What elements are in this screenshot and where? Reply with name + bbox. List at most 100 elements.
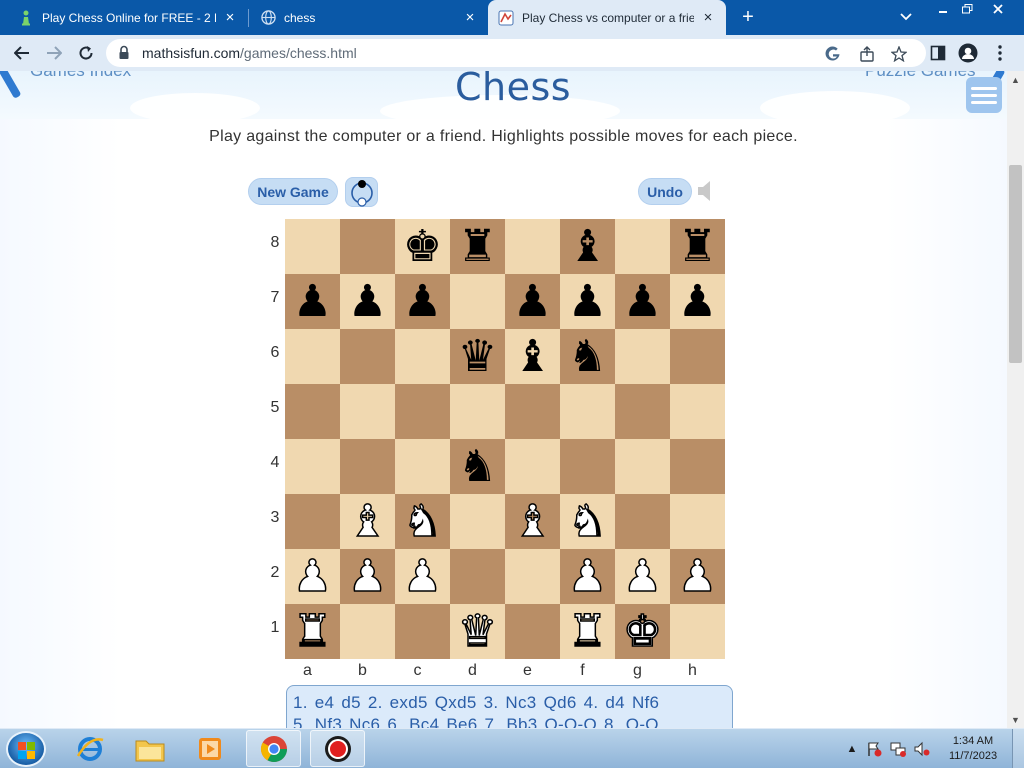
board-square-h2[interactable]: ♟	[670, 549, 725, 604]
board-square-a8[interactable]	[285, 219, 340, 274]
tab-play-chess-vs-computer[interactable]: Play Chess vs computer or a frien ×	[488, 0, 726, 35]
board-square-f7[interactable]: ♟	[560, 274, 615, 329]
google-lens-icon[interactable]	[824, 45, 842, 63]
page-scrollbar[interactable]: ▲ ▼	[1007, 71, 1024, 728]
board-square-f6[interactable]: ♞	[560, 329, 615, 384]
board-square-a4[interactable]	[285, 439, 340, 494]
more-menu-icon[interactable]	[990, 43, 1010, 63]
board-square-e5[interactable]	[505, 384, 560, 439]
board-square-a2[interactable]: ♟	[285, 549, 340, 604]
new-game-button[interactable]: New Game	[248, 178, 338, 205]
black-pawn-piece[interactable]: ♟	[568, 279, 607, 324]
board-square-g2[interactable]: ♟	[615, 549, 670, 604]
white-bishop-piece[interactable]: ♝	[512, 498, 553, 544]
start-button[interactable]	[6, 731, 46, 767]
close-window-button[interactable]	[983, 0, 1013, 18]
black-rook-piece[interactable]: ♜	[678, 224, 717, 269]
forward-button[interactable]	[40, 39, 68, 67]
scroll-down-arrow-icon[interactable]: ▼	[1007, 711, 1024, 728]
board-square-b4[interactable]	[340, 439, 395, 494]
white-knight-piece[interactable]: ♞	[567, 498, 608, 544]
action-center-flag-icon[interactable]	[866, 741, 882, 757]
show-hidden-icons-icon[interactable]: ▲	[844, 741, 860, 757]
tab-search-chevron-icon[interactable]	[895, 5, 917, 29]
screen-recorder-taskbar-icon[interactable]	[310, 730, 365, 767]
board-square-b5[interactable]	[340, 384, 395, 439]
tab-play-chess-online[interactable]: Play Chess Online for FREE - 2 Pla ×	[8, 0, 248, 35]
white-knight-piece[interactable]: ♞	[402, 498, 443, 544]
board-square-a6[interactable]	[285, 329, 340, 384]
close-tab-icon[interactable]: ×	[222, 9, 238, 26]
board-square-e8[interactable]	[505, 219, 560, 274]
white-queen-piece[interactable]: ♛	[457, 608, 498, 654]
white-king-piece[interactable]: ♚	[622, 608, 663, 654]
board-square-d5[interactable]	[450, 384, 505, 439]
network-icon[interactable]	[890, 741, 906, 757]
board-square-f5[interactable]	[560, 384, 615, 439]
board-square-g4[interactable]	[615, 439, 670, 494]
board-square-e3[interactable]: ♝	[505, 494, 560, 549]
player-mode-toggle[interactable]	[345, 177, 378, 207]
board-square-h8[interactable]: ♜	[670, 219, 725, 274]
black-king-piece[interactable]: ♚	[403, 224, 442, 269]
board-square-d3[interactable]	[450, 494, 505, 549]
board-square-f4[interactable]	[560, 439, 615, 494]
board-square-a3[interactable]	[285, 494, 340, 549]
board-square-f3[interactable]: ♞	[560, 494, 615, 549]
address-bar[interactable]: mathsisfun.com/games/chess.html	[106, 39, 926, 67]
scroll-up-arrow-icon[interactable]: ▲	[1007, 71, 1024, 88]
black-pawn-piece[interactable]: ♟	[403, 279, 442, 324]
board-square-b2[interactable]: ♟	[340, 549, 395, 604]
black-pawn-piece[interactable]: ♟	[513, 279, 552, 324]
board-square-b7[interactable]: ♟	[340, 274, 395, 329]
board-square-c3[interactable]: ♞	[395, 494, 450, 549]
board-square-c4[interactable]	[395, 439, 450, 494]
volume-muted-icon[interactable]	[914, 741, 930, 757]
board-square-h5[interactable]	[670, 384, 725, 439]
white-rook-piece[interactable]: ♜	[292, 608, 333, 654]
board-square-h4[interactable]	[670, 439, 725, 494]
show-desktop-button[interactable]	[1012, 729, 1024, 768]
board-square-c1[interactable]	[395, 604, 450, 659]
board-square-e1[interactable]	[505, 604, 560, 659]
board-square-d7[interactable]	[450, 274, 505, 329]
black-pawn-piece[interactable]: ♟	[623, 279, 662, 324]
close-tab-icon[interactable]: ×	[700, 9, 716, 26]
media-player-taskbar-icon[interactable]	[182, 730, 237, 767]
board-square-f2[interactable]: ♟	[560, 549, 615, 604]
board-square-b3[interactable]: ♝	[340, 494, 395, 549]
board-square-g5[interactable]	[615, 384, 670, 439]
board-square-a7[interactable]: ♟	[285, 274, 340, 329]
games-index-link[interactable]: Games Index	[30, 71, 131, 81]
board-square-h6[interactable]	[670, 329, 725, 384]
profile-avatar-icon[interactable]	[958, 43, 978, 63]
board-square-e7[interactable]: ♟	[505, 274, 560, 329]
black-rook-piece[interactable]: ♜	[458, 224, 497, 269]
close-tab-icon[interactable]: ×	[462, 9, 478, 26]
white-pawn-piece[interactable]: ♟	[567, 553, 608, 599]
board-square-c6[interactable]	[395, 329, 450, 384]
black-bishop-piece[interactable]: ♝	[513, 334, 552, 379]
white-bishop-piece[interactable]: ♝	[347, 498, 388, 544]
white-rook-piece[interactable]: ♜	[567, 608, 608, 654]
undo-button[interactable]: Undo	[638, 178, 692, 205]
side-panel-icon[interactable]	[928, 43, 948, 63]
scroll-thumb[interactable]	[1009, 165, 1022, 363]
black-bishop-piece[interactable]: ♝	[568, 224, 607, 269]
board-square-c7[interactable]: ♟	[395, 274, 450, 329]
board-square-g8[interactable]	[615, 219, 670, 274]
system-clock[interactable]: 1:34 AM 11/7/2023	[940, 734, 1006, 764]
board-square-e6[interactable]: ♝	[505, 329, 560, 384]
board-square-b8[interactable]	[340, 219, 395, 274]
new-tab-button[interactable]: +	[736, 4, 760, 30]
board-square-c2[interactable]: ♟	[395, 549, 450, 604]
board-square-e2[interactable]	[505, 549, 560, 604]
bookmark-star-icon[interactable]	[890, 45, 908, 63]
white-pawn-piece[interactable]: ♟	[347, 553, 388, 599]
black-knight-piece[interactable]: ♞	[458, 444, 497, 489]
board-square-g3[interactable]	[615, 494, 670, 549]
board-square-d1[interactable]: ♛	[450, 604, 505, 659]
black-pawn-piece[interactable]: ♟	[678, 279, 717, 324]
black-pawn-piece[interactable]: ♟	[348, 279, 387, 324]
board-square-g6[interactable]	[615, 329, 670, 384]
